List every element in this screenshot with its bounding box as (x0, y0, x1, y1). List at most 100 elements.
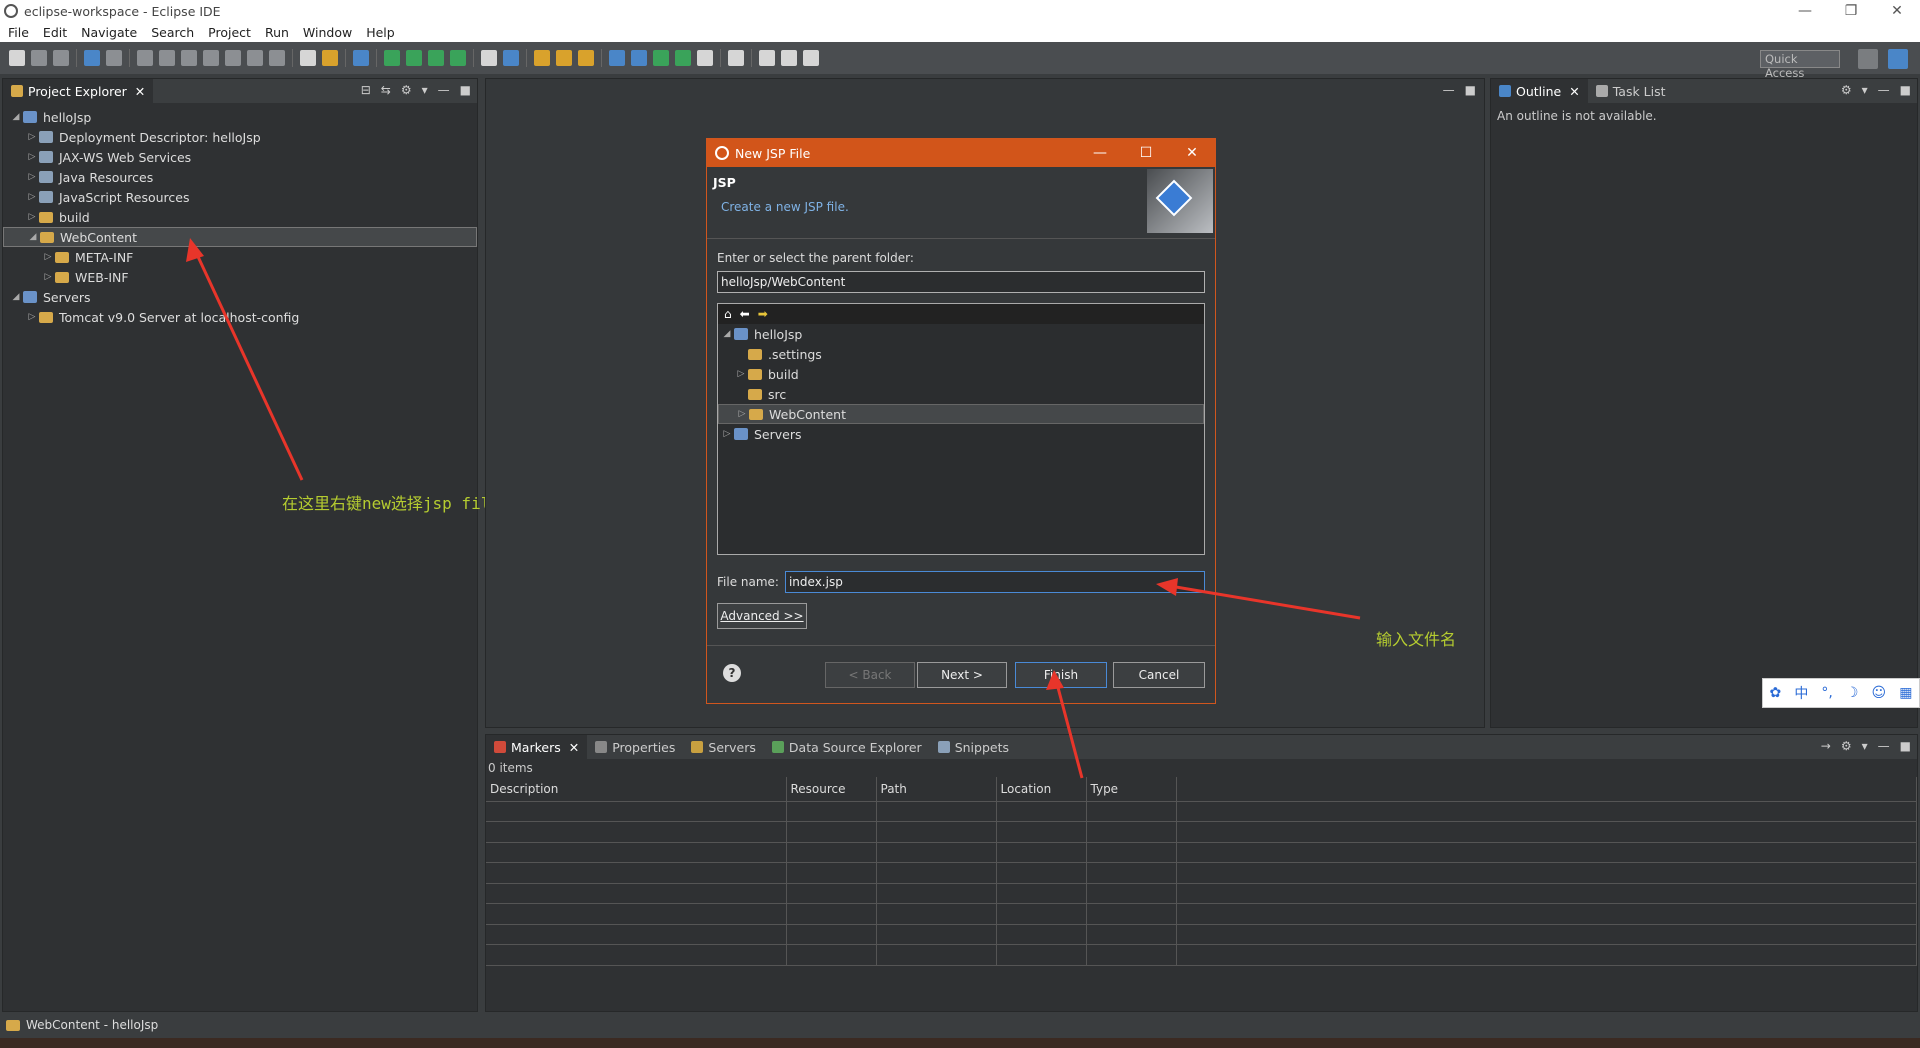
link-editor-icon[interactable]: ⇆ (381, 83, 391, 97)
save-icon[interactable] (31, 50, 47, 66)
minimize-icon[interactable]: — (1878, 83, 1890, 97)
menu-search[interactable]: Search (151, 25, 194, 40)
forward-arrow-icon[interactable]: ➡ (758, 307, 768, 321)
tree-item[interactable]: ▷ Deployment Descriptor: helloJsp (3, 127, 477, 147)
collapsed-icon[interactable]: ▷ (25, 172, 39, 182)
expanded-icon[interactable]: ◢ (720, 329, 734, 339)
quick-access-field[interactable]: Quick Access (1760, 50, 1840, 80)
filter-icon[interactable]: ⚙ (1841, 83, 1852, 97)
paw-icon[interactable]: ✿ (1770, 685, 1782, 701)
maximize-icon[interactable]: ■ (1465, 83, 1476, 97)
folder-tree-item[interactable]: ▷ WebContent (718, 404, 1204, 424)
menu-window[interactable]: Window (303, 25, 352, 40)
tab-snippets[interactable]: Snippets (930, 735, 1017, 759)
ime-toolbar[interactable]: ✿ 中 °, ☽ ☺ ▦ (1762, 678, 1920, 708)
collapsed-icon[interactable]: ▷ (734, 369, 748, 379)
maximize-icon[interactable]: ■ (1900, 739, 1911, 753)
suspend-icon[interactable] (159, 50, 175, 66)
dialog-close-button[interactable]: ✕ (1169, 139, 1215, 167)
collapsed-icon[interactable]: ▷ (25, 212, 39, 222)
filter-icon[interactable]: ⚙ (401, 83, 412, 97)
folder-tree-item[interactable]: ◢ helloJsp (718, 324, 1204, 344)
run-icon[interactable] (406, 50, 422, 66)
open-type-icon[interactable] (534, 50, 550, 66)
collapsed-icon[interactable]: ▷ (720, 429, 734, 439)
collapsed-icon[interactable]: ▷ (41, 272, 55, 282)
tab-servers[interactable]: Servers (683, 735, 764, 759)
terminal-icon[interactable] (84, 50, 100, 66)
disconnect-icon[interactable] (203, 50, 219, 66)
moon-icon[interactable]: ☽ (1846, 685, 1859, 701)
tree-item[interactable]: ▷ build (3, 207, 477, 227)
tab-outline[interactable]: Outline ✕ (1491, 79, 1588, 103)
save-all-icon[interactable] (53, 50, 69, 66)
open-task-icon[interactable] (300, 50, 316, 66)
view-menu-icon[interactable]: ▾ (422, 83, 428, 97)
punctuation-icon[interactable]: °, (1821, 685, 1832, 701)
maximize-icon[interactable]: ■ (460, 83, 471, 97)
menu-edit[interactable]: Edit (43, 25, 67, 40)
tab-markers[interactable]: Markers ✕ (486, 735, 588, 759)
new-java-project-icon[interactable] (481, 50, 497, 66)
server-icon[interactable] (653, 50, 669, 66)
folder-tree-item[interactable]: ▷ build (718, 364, 1204, 384)
annotation-icon[interactable] (675, 50, 691, 66)
back-button[interactable]: < Back (825, 662, 915, 688)
user-icon[interactable]: ☺ (1872, 685, 1887, 701)
column-header[interactable]: Path (876, 777, 997, 802)
collapsed-icon[interactable]: ▷ (25, 152, 39, 162)
column-header[interactable]: Location (996, 777, 1087, 802)
dialog-minimize-button[interactable]: — (1077, 139, 1123, 167)
run-on-server-icon[interactable] (353, 50, 369, 66)
search-icon[interactable] (578, 50, 594, 66)
home-icon[interactable]: ⌂ (724, 307, 732, 321)
tree-item[interactable]: ◢ WebContent (3, 227, 477, 247)
new-icon[interactable] (9, 50, 25, 66)
folder-tree-item[interactable]: .settings (718, 344, 1204, 364)
menu-file[interactable]: File (8, 25, 29, 40)
menu-help[interactable]: Help (366, 25, 395, 40)
column-header[interactable]: Resource (786, 777, 877, 802)
open-perspective-icon[interactable] (1858, 49, 1878, 69)
terminate-icon[interactable] (181, 50, 197, 66)
back-arrow-icon[interactable]: ⬅ (740, 307, 750, 321)
collapsed-icon[interactable]: ▷ (25, 192, 39, 202)
next-button[interactable]: Next > (917, 662, 1007, 688)
finish-button[interactable]: Finish (1015, 662, 1107, 688)
grid-icon[interactable]: ▦ (1899, 685, 1912, 701)
tree-item[interactable]: ▷ WEB-INF (3, 267, 477, 287)
minimize-button[interactable]: — (1782, 0, 1828, 22)
expanded-icon[interactable]: ◢ (9, 292, 23, 302)
tab-data-source-explorer[interactable]: Data Source Explorer (764, 735, 930, 759)
java-ee-perspective-icon[interactable] (1888, 49, 1908, 69)
tree-item[interactable]: ◢ Servers (3, 287, 477, 307)
expanded-icon[interactable]: ◢ (26, 232, 40, 242)
menu-project[interactable]: Project (208, 25, 251, 40)
cancel-button[interactable]: Cancel (1113, 662, 1205, 688)
edit-icon[interactable] (697, 50, 713, 66)
tree-item[interactable]: ▷ Java Resources (3, 167, 477, 187)
column-header[interactable]: Type (1086, 777, 1177, 802)
advanced-button[interactable]: Advanced >> (717, 603, 807, 629)
ime-language[interactable]: 中 (1794, 683, 1808, 703)
menu-run[interactable]: Run (265, 25, 289, 40)
tab-task-list[interactable]: Task List (1588, 79, 1674, 103)
tree-item[interactable]: ▷ JavaScript Resources (3, 187, 477, 207)
skip-breakpoints-icon[interactable] (106, 50, 122, 66)
step-return-icon[interactable] (269, 50, 285, 66)
view-menu-icon[interactable]: ▾ (1862, 83, 1868, 97)
collapsed-icon[interactable]: ▷ (735, 409, 749, 419)
close-icon[interactable]: ✕ (569, 740, 579, 755)
tab-project-explorer[interactable]: Project Explorer ✕ (3, 79, 154, 103)
minimize-icon[interactable]: — (1878, 739, 1890, 753)
file-name-input[interactable]: index.jsp (784, 571, 1205, 593)
resume-icon[interactable] (137, 50, 153, 66)
folder-tree-item[interactable]: ▷ Servers (718, 424, 1204, 444)
debug-icon[interactable] (384, 50, 400, 66)
minimize-icon[interactable]: — (1443, 83, 1455, 97)
collapsed-icon[interactable]: ▷ (25, 132, 39, 142)
external-tools-icon[interactable] (450, 50, 466, 66)
folder-tree-item[interactable]: src (718, 384, 1204, 404)
help-icon[interactable]: ? (723, 664, 741, 682)
close-button[interactable]: ✕ (1874, 0, 1920, 22)
